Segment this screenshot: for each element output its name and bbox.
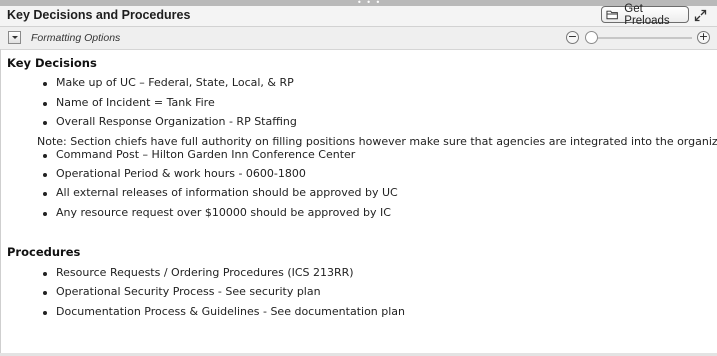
list-item: Resource Requests / Ordering Procedures …: [43, 266, 354, 279]
list-item: All external releases of information sho…: [43, 186, 398, 199]
key-decisions-heading: Key Decisions: [7, 56, 97, 70]
zoom-out-button[interactable]: −: [566, 31, 579, 44]
list-item: Overall Response Organization - RP Staff…: [43, 115, 297, 128]
list-item: Operational Period & work hours - 0600-1…: [43, 167, 306, 180]
zoom-slider-thumb[interactable]: [585, 31, 598, 44]
list-item: Any resource request over $10000 should …: [43, 206, 391, 219]
panel-title: Key Decisions and Procedures: [7, 8, 191, 22]
expand-arrows-icon[interactable]: [694, 9, 707, 22]
list-item: Operational Security Process - See secur…: [43, 285, 321, 298]
formatting-options-label[interactable]: Formatting Options: [31, 32, 120, 44]
get-preloads-button[interactable]: Get Preloads: [601, 3, 689, 27]
panel-left-border: [0, 49, 1, 354]
get-preloads-label: Get Preloads: [624, 2, 670, 27]
chevron-down-icon[interactable]: [8, 31, 21, 44]
list-item: Make up of UC – Federal, State, Local, &…: [43, 76, 294, 89]
zoom-in-button[interactable]: +: [697, 31, 710, 44]
formatting-toolbar: Formatting Options − +: [0, 27, 717, 50]
note-text: Note: Section chiefs have full authority…: [37, 135, 717, 148]
list-item: Name of Incident = Tank Fire: [43, 96, 215, 109]
panel-header: Key Decisions and Procedures Get Preload…: [0, 3, 717, 27]
zoom-slider-track[interactable]: [586, 37, 692, 39]
folder-icon: [606, 10, 618, 20]
procedures-heading: Procedures: [7, 245, 81, 259]
list-item: Command Post – Hilton Garden Inn Confere…: [43, 148, 355, 161]
list-item: Documentation Process & Guidelines - See…: [43, 305, 405, 318]
